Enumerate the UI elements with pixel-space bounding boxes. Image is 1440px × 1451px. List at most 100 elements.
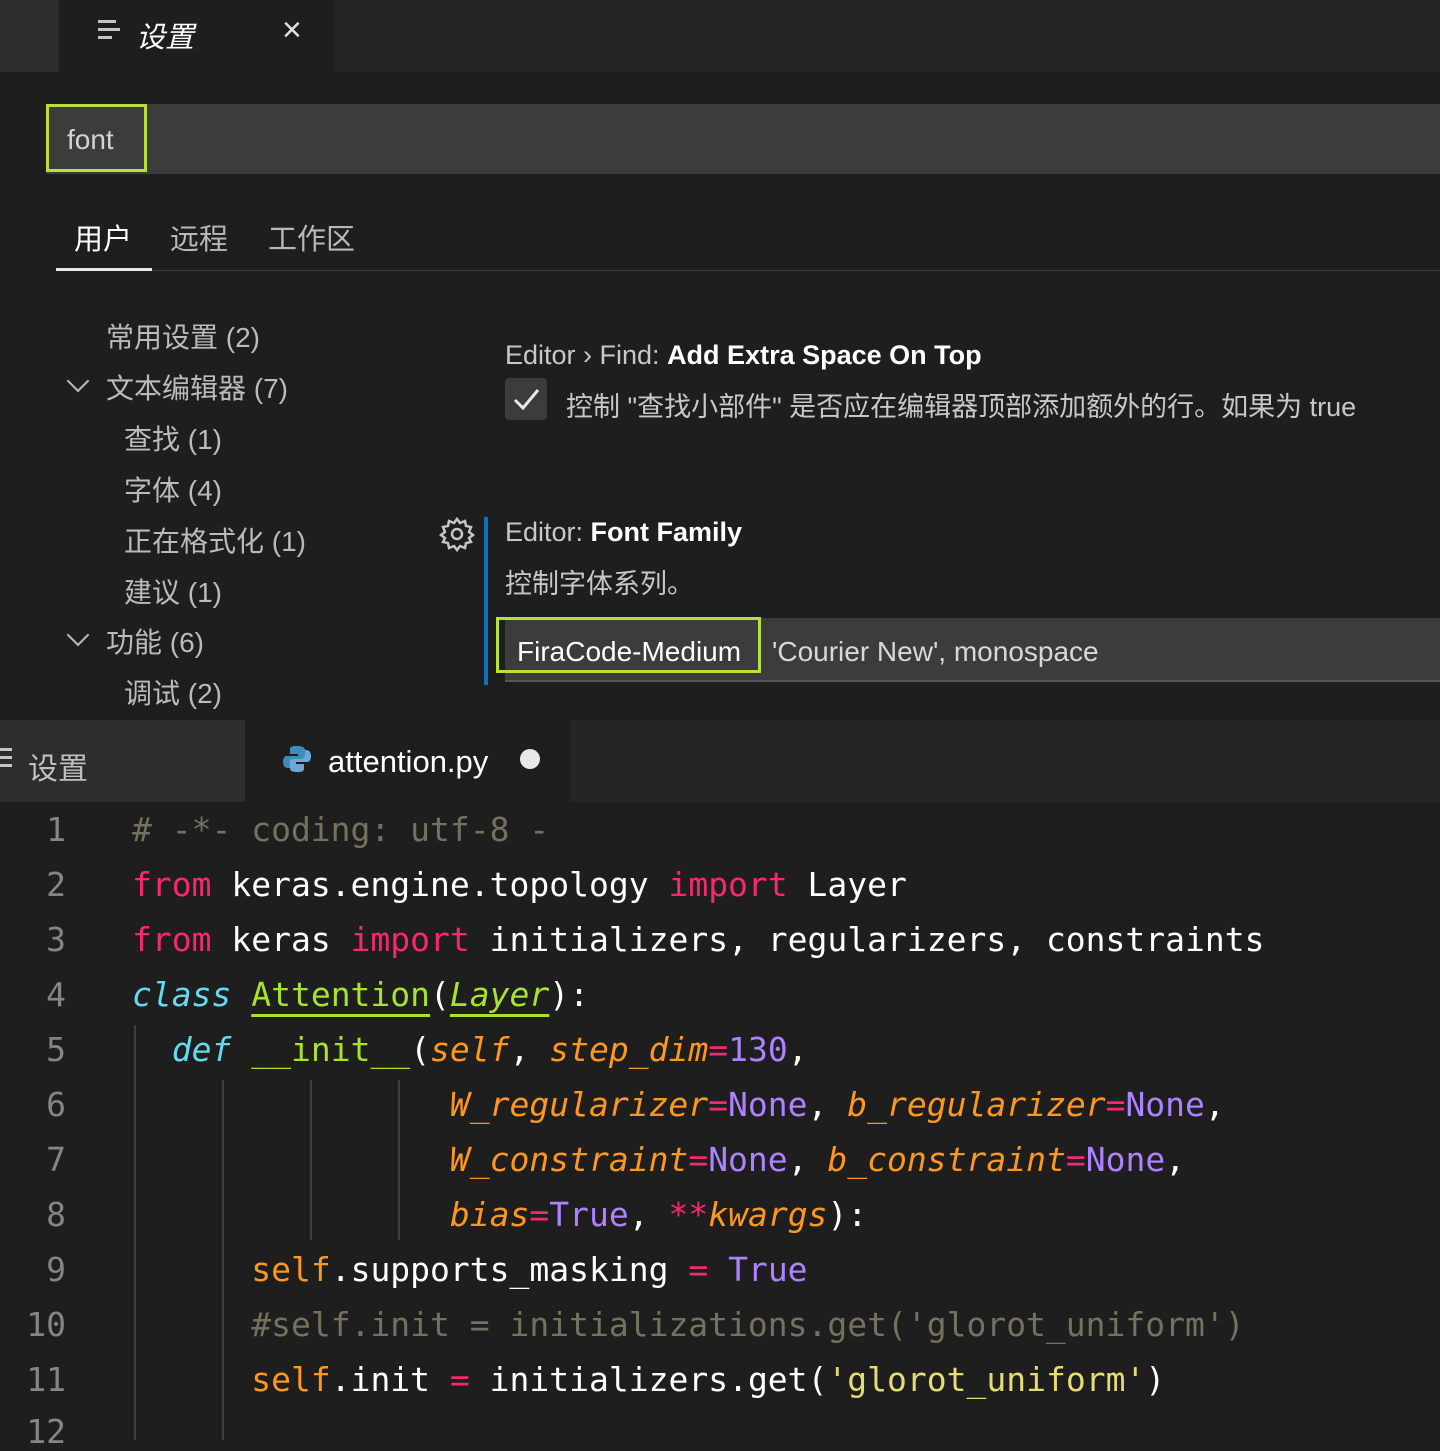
param: b_constraint bbox=[827, 1140, 1066, 1179]
tab-stub[interactable] bbox=[0, 0, 58, 72]
keyword: import bbox=[668, 865, 788, 904]
toc-item-find[interactable]: 查找 (1) bbox=[124, 418, 222, 458]
settings-search-input[interactable] bbox=[46, 104, 1440, 174]
function-name: __init__ bbox=[251, 1030, 411, 1069]
toc-item-features[interactable]: 功能 (6) bbox=[66, 621, 205, 661]
modified-indicator-bar bbox=[484, 517, 488, 685]
code-line-7: W_constraint=None, b_constraint=None, bbox=[449, 1140, 1186, 1179]
toc-item-formatting[interactable]: 正在格式化 (1) bbox=[124, 520, 306, 560]
tab-divider bbox=[152, 270, 1440, 271]
code-line-8: bias=True, **kwargs): bbox=[449, 1195, 868, 1234]
unsaved-dot-icon[interactable] bbox=[520, 749, 540, 769]
tab-label: attention.py bbox=[328, 744, 489, 779]
line-number: 8 bbox=[46, 1195, 66, 1234]
self-ref: self bbox=[251, 1360, 331, 1399]
line-number: 3 bbox=[46, 920, 66, 959]
code-line-1: # -*- coding: utf-8 - bbox=[132, 810, 550, 849]
tab-user[interactable]: 用户 bbox=[74, 216, 132, 258]
toc-label: 文本编辑器 (7) bbox=[106, 373, 289, 404]
module: keras.engine.topology bbox=[211, 865, 669, 904]
setting-title-font-family: Editor: Font Family bbox=[505, 517, 742, 548]
code-line-11: self.init = initializers.get('glorot_uni… bbox=[132, 1360, 1165, 1399]
tab-settings[interactable]: 设置 bbox=[0, 720, 245, 802]
toc-item-common[interactable]: 常用设置 (2) bbox=[106, 316, 260, 356]
attribute: .supports_masking bbox=[330, 1250, 689, 1289]
setting-name: Add Extra Space On Top bbox=[667, 340, 982, 370]
close-icon[interactable]: × bbox=[282, 10, 302, 50]
number: 130 bbox=[728, 1030, 788, 1069]
param: W_constraint bbox=[449, 1140, 689, 1179]
search-value[interactable]: font bbox=[67, 124, 114, 156]
tab-label: 设置 bbox=[28, 753, 88, 786]
keyword: from bbox=[132, 865, 212, 904]
toc-label: 功能 (6) bbox=[106, 627, 205, 658]
gear-icon[interactable] bbox=[438, 515, 476, 553]
active-tab-underline bbox=[56, 268, 152, 271]
attribute: .init bbox=[330, 1360, 450, 1399]
param: step_dim bbox=[549, 1030, 709, 1069]
class-name: Attention bbox=[251, 975, 431, 1014]
constant: True bbox=[549, 1195, 629, 1234]
constant: None bbox=[728, 1085, 808, 1124]
python-icon bbox=[282, 744, 312, 779]
identifier: Layer bbox=[787, 865, 907, 904]
toc-item-text-editor[interactable]: 文本编辑器 (7) bbox=[66, 367, 289, 407]
operator: = bbox=[449, 1360, 470, 1399]
tab-workspace[interactable]: 工作区 bbox=[268, 216, 355, 258]
setting-title-find: Editor › Find: Add Extra Space On Top bbox=[505, 340, 982, 371]
constant: None bbox=[1125, 1085, 1205, 1124]
tab-remote[interactable]: 远程 bbox=[170, 216, 228, 258]
settings-list-icon bbox=[98, 20, 120, 46]
line-number: 5 bbox=[46, 1030, 66, 1069]
font-value-highlight[interactable]: FiraCode-Medium bbox=[517, 636, 741, 668]
code-line-10: #self.init = initializations.get('glorot… bbox=[132, 1305, 1245, 1344]
constant: None bbox=[708, 1140, 788, 1179]
self-ref: self bbox=[251, 1250, 331, 1289]
setting-description: 控制 "查找小部件" 是否应在编辑器顶部添加额外的行。如果为 true bbox=[566, 392, 1357, 422]
param: kwargs bbox=[708, 1195, 828, 1234]
setting-category: Editor: bbox=[505, 517, 591, 547]
code-line-6: W_regularizer=None, b_regularizer=None, bbox=[449, 1085, 1225, 1124]
keyword: import bbox=[350, 920, 470, 959]
module: keras bbox=[211, 920, 351, 959]
call: initializers.get( bbox=[469, 1360, 828, 1399]
code-line-2: from keras.engine.topology import Layer bbox=[132, 865, 907, 904]
keyword: def bbox=[171, 1030, 232, 1069]
setting-name: Font Family bbox=[590, 517, 743, 547]
toc-item-suggestions[interactable]: 建议 (1) bbox=[124, 571, 222, 611]
font-value-rest[interactable]: 'Courier New', monospace bbox=[772, 636, 1099, 668]
toc-item-debug[interactable]: 调试 (2) bbox=[124, 672, 222, 712]
tab-title: 设置 bbox=[136, 22, 195, 54]
add-extra-space-checkbox[interactable] bbox=[505, 378, 547, 420]
line-number: 2 bbox=[46, 865, 66, 904]
param: self bbox=[430, 1030, 510, 1069]
code-line-5: def __init__(self, step_dim=130, bbox=[171, 1030, 808, 1069]
param: W_regularizer bbox=[449, 1085, 709, 1124]
constant: True bbox=[728, 1250, 808, 1289]
param: bias bbox=[449, 1195, 530, 1234]
identifier: initializers, regularizers, constraints bbox=[469, 920, 1265, 959]
check-icon bbox=[513, 389, 540, 411]
tab-settings[interactable]: 设置 × bbox=[60, 0, 335, 72]
code-line-9: self.supports_masking = True bbox=[132, 1250, 808, 1289]
keyword: class bbox=[132, 975, 232, 1014]
punct: ) bbox=[1145, 1360, 1166, 1399]
setting-description: 控制字体系列。 bbox=[505, 569, 694, 599]
punct: ): bbox=[549, 975, 589, 1014]
punct: ): bbox=[827, 1195, 868, 1234]
line-number: 6 bbox=[46, 1085, 66, 1124]
line-number: 11 bbox=[26, 1360, 66, 1399]
punct: ( bbox=[430, 975, 450, 1014]
string: 'glorot_uniform' bbox=[827, 1360, 1146, 1399]
code-line-3: from keras import initializers, regulari… bbox=[132, 920, 1265, 959]
constant: None bbox=[1085, 1140, 1166, 1179]
line-number: 12 bbox=[26, 1412, 66, 1451]
code-line-4: class Attention(Layer): bbox=[132, 975, 589, 1014]
setting-category: Editor › Find: bbox=[505, 340, 668, 370]
operator: ** bbox=[668, 1195, 709, 1234]
line-number: 7 bbox=[46, 1140, 66, 1179]
param: b_regularizer bbox=[847, 1085, 1106, 1124]
keyword: from bbox=[132, 920, 212, 959]
toc-item-font[interactable]: 字体 (4) bbox=[124, 469, 222, 509]
comment: #self.init = initializations.get('glorot… bbox=[251, 1305, 1245, 1344]
